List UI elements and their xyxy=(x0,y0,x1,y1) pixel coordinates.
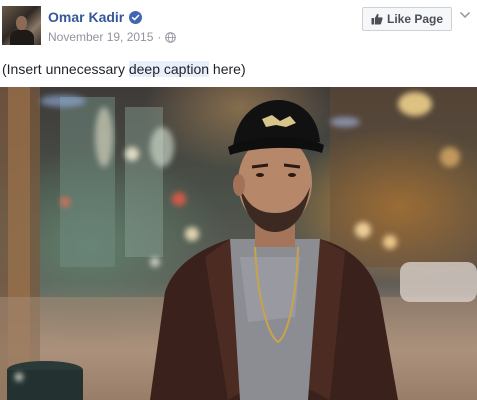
verified-badge-icon xyxy=(129,10,143,24)
post-photo[interactable] xyxy=(0,87,477,400)
thumbs-up-icon xyxy=(371,13,383,25)
globe-icon[interactable] xyxy=(165,31,177,43)
post-timestamp[interactable]: November 19, 2015 xyxy=(48,30,153,44)
page-avatar[interactable] xyxy=(2,6,41,45)
post-caption: (Insert unnecessary deep caption here) xyxy=(2,60,246,78)
photo-scene xyxy=(0,87,477,400)
chevron-down-icon[interactable] xyxy=(459,10,471,20)
caption-text-start: (Insert unnecessary xyxy=(2,61,129,77)
facebook-post: Omar Kadir November 19, 2015 · Like Page… xyxy=(0,0,477,400)
avatar-body xyxy=(10,30,34,45)
post-meta-row: November 19, 2015 · xyxy=(48,29,177,45)
like-page-label: Like Page xyxy=(386,12,444,26)
avatar-face xyxy=(16,16,27,30)
caption-text-end: here) xyxy=(209,61,246,77)
meta-separator: · xyxy=(157,30,162,44)
like-page-button[interactable]: Like Page xyxy=(362,7,452,31)
page-name-link[interactable]: Omar Kadir xyxy=(48,9,124,25)
post-header-name-row: Omar Kadir xyxy=(48,7,143,27)
caption-hashtag-highlight[interactable]: deep caption xyxy=(128,61,210,77)
